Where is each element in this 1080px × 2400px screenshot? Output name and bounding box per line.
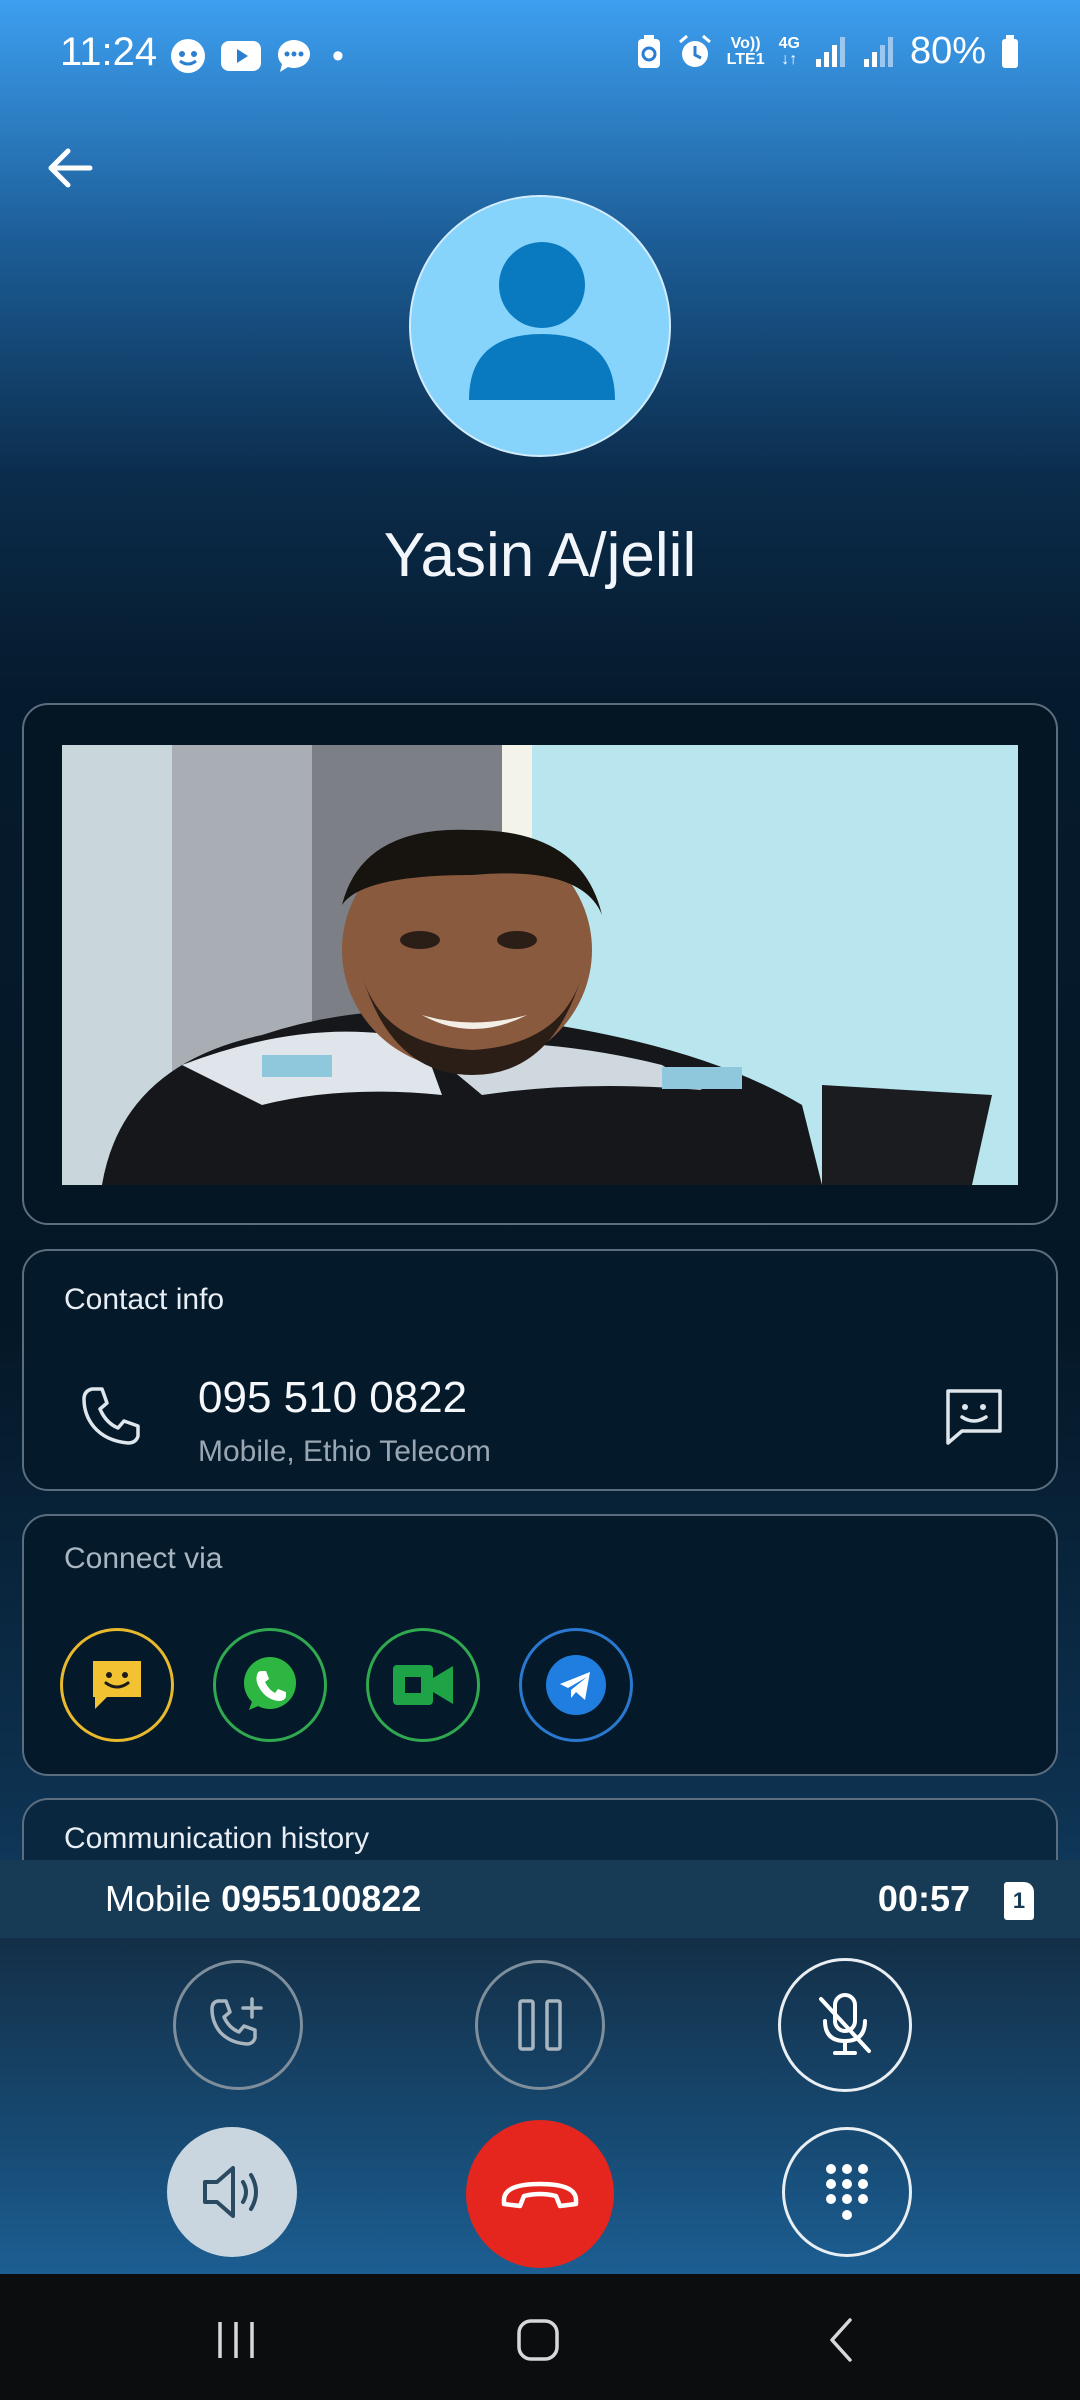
ongoing-call-bar: Mobile 0955100822 00:57 1: [0, 1860, 1080, 1938]
telegram-button[interactable]: [519, 1628, 633, 1742]
back-button[interactable]: [40, 138, 100, 198]
contact-avatar: [409, 195, 671, 457]
add-call-button[interactable]: [173, 1960, 303, 2090]
phone-icon: [82, 1387, 140, 1445]
battery-saver-icon: [637, 34, 660, 68]
home-icon: [517, 2319, 559, 2361]
google-meet-icon: [393, 1665, 453, 1705]
end-call-button[interactable]: [466, 2120, 614, 2268]
microphone-off-icon: [819, 1993, 871, 2055]
system-navigation-bar: [0, 2274, 1080, 2400]
signal-strength-icon-2: [863, 36, 893, 67]
message-icon: [946, 1389, 1002, 1445]
phone-type: Mobile, Ethio Telecom: [198, 1435, 491, 1468]
connect-via-title: Connect via: [64, 1542, 223, 1575]
chat-notification-icon: [277, 40, 310, 72]
back-nav-button[interactable]: [812, 2310, 872, 2370]
message-contact-button[interactable]: [942, 1385, 1006, 1449]
connect-via-card: Connect via: [22, 1514, 1058, 1776]
whatsapp-button[interactable]: [213, 1628, 327, 1742]
chevron-left-icon: [830, 2318, 852, 2362]
pause-icon: [518, 1999, 562, 2051]
signal-strength-icon-1: [815, 36, 845, 67]
call-contact-button[interactable]: [76, 1381, 146, 1451]
more-notifications-dot: •: [332, 36, 344, 75]
telegram-icon: [546, 1655, 606, 1715]
add-call-icon: [210, 1997, 263, 2046]
bot-notification-icon: [171, 39, 205, 73]
call-controls: [0, 1938, 1080, 2274]
video-card: [22, 703, 1058, 1225]
call-timer: 00:57: [877, 1878, 970, 1919]
alarm-icon: [678, 34, 711, 67]
speaker-icon: [203, 2166, 258, 2218]
contact-name: Yasin A/jelil: [383, 521, 697, 590]
video-call-preview[interactable]: [62, 745, 1018, 1185]
youtube-notification-icon: [221, 41, 261, 71]
status-time: 11:24: [60, 30, 158, 74]
keypad-button[interactable]: [782, 2127, 912, 2257]
arrow-left-icon: [48, 148, 93, 188]
call-line-number: 0955100822: [221, 1878, 422, 1919]
home-button[interactable]: [508, 2310, 568, 2370]
messages-app-icon: [93, 1661, 141, 1709]
end-call-icon: [501, 2181, 579, 2209]
recent-apps-icon: [218, 2322, 254, 2358]
battery-percent: 80%: [909, 30, 986, 72]
person-icon: [469, 242, 615, 400]
speaker-button[interactable]: [167, 2127, 297, 2257]
sim-card-icon: 1: [1004, 1882, 1034, 1920]
4g-indicator: 4G ↓↑: [778, 34, 800, 68]
status-right: Vo)) LTE1 4G ↓↑ 80%: [635, 30, 1020, 73]
dialpad-icon: [826, 2164, 868, 2220]
battery-icon: [1002, 34, 1018, 68]
recent-apps-button[interactable]: [206, 2310, 266, 2370]
call-line-label: Mobile: [105, 1878, 212, 1919]
messages-app-button[interactable]: [60, 1628, 174, 1742]
phone-number: 095 510 0822: [198, 1373, 468, 1422]
hold-button[interactable]: [475, 1960, 605, 2090]
communication-history-title: Communication history: [64, 1822, 370, 1855]
google-meet-button[interactable]: [366, 1628, 480, 1742]
contact-info-card: Contact info 095 510 0822 Mobile, Ethio …: [22, 1249, 1058, 1491]
volte-indicator: Vo)) LTE1: [726, 34, 765, 68]
notification-icons: •: [168, 36, 344, 76]
call-line-info: Mobile 0955100822: [105, 1878, 421, 1920]
mute-button[interactable]: [778, 1958, 912, 2092]
contact-info-title: Contact info: [64, 1283, 225, 1316]
video-frame-image: [62, 745, 1018, 1185]
whatsapp-icon: [244, 1657, 296, 1710]
status-bar: 11:24 • Vo)) LTE1 4G ↓↑ 80%: [0, 0, 1080, 110]
